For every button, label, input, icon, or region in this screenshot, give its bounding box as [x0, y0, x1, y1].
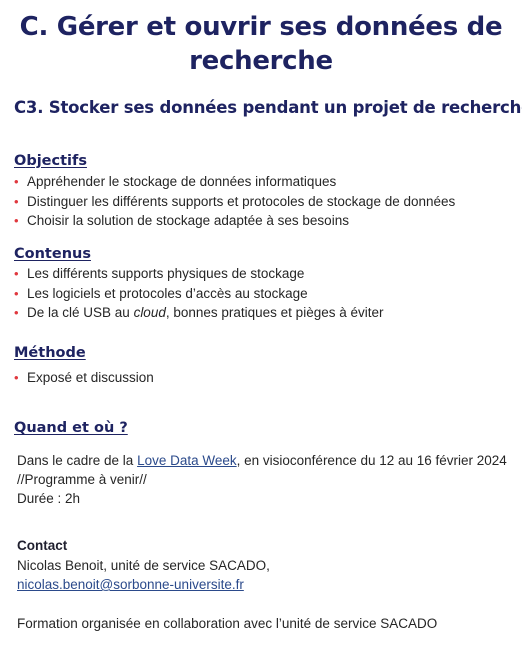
contact-name: Nicolas Benoit, unité de service SACADO, — [17, 558, 270, 573]
list-item: • Exposé et discussion — [14, 368, 154, 388]
quand-heading: Quand et où ? — [14, 420, 128, 436]
list-item: • Les logiciels et protocoles d’accès au … — [14, 284, 384, 304]
page-title: C. Gérer et ouvrir ses données de recher… — [19, 12, 503, 76]
bullet-icon: • — [14, 174, 19, 189]
page: C. Gérer et ouvrir ses données de recher… — [0, 0, 522, 646]
methode-list: • Exposé et discussion — [14, 368, 154, 388]
list-item: • De la clé USB au cloud, bonnes pratique… — [14, 303, 384, 323]
contact-email-link[interactable]: nicolas.benoit@sorbonne-universite.fr — [17, 577, 244, 592]
footer-note: Formation organisée en collaboration ave… — [17, 616, 438, 631]
methode-heading: Méthode — [14, 345, 86, 361]
duration: Durée : 2h — [17, 491, 81, 506]
bullet-icon: • — [14, 370, 19, 385]
bullet-icon: • — [14, 305, 19, 320]
contact-email-line: nicolas.benoit@sorbonne-universite.fr — [17, 575, 244, 595]
bullet-icon: • — [14, 193, 19, 209]
bullet-icon: • — [14, 213, 19, 228]
bullet-icon: • — [14, 266, 19, 281]
event-details: Dans le cadre de la Love Data Week, en v… — [17, 453, 507, 468]
list-item: • Choisir la solution de stockage adaptée… — [14, 211, 455, 231]
program-note: //Programme à venir// — [17, 472, 147, 487]
list-item: • Distinguer les différents supports et p… — [14, 192, 455, 212]
list-item: • Les différents supports physiques de st… — [14, 264, 384, 284]
list-item: • Appréhender le stockage de données info… — [14, 172, 455, 192]
contact-heading: Contact — [17, 538, 68, 553]
contenus-heading: Contenus — [14, 246, 91, 262]
objectifs-list: • Appréhender le stockage de données info… — [14, 172, 455, 231]
love-data-week-link[interactable]: Love Data Week — [137, 453, 237, 468]
contenus-list: • Les différents supports physiques de st… — [14, 264, 384, 323]
objectifs-heading: Objectifs — [14, 153, 87, 169]
bullet-icon: • — [14, 285, 19, 301]
page-subtitle: C3. Stocker ses données pendant un proje… — [14, 98, 522, 117]
